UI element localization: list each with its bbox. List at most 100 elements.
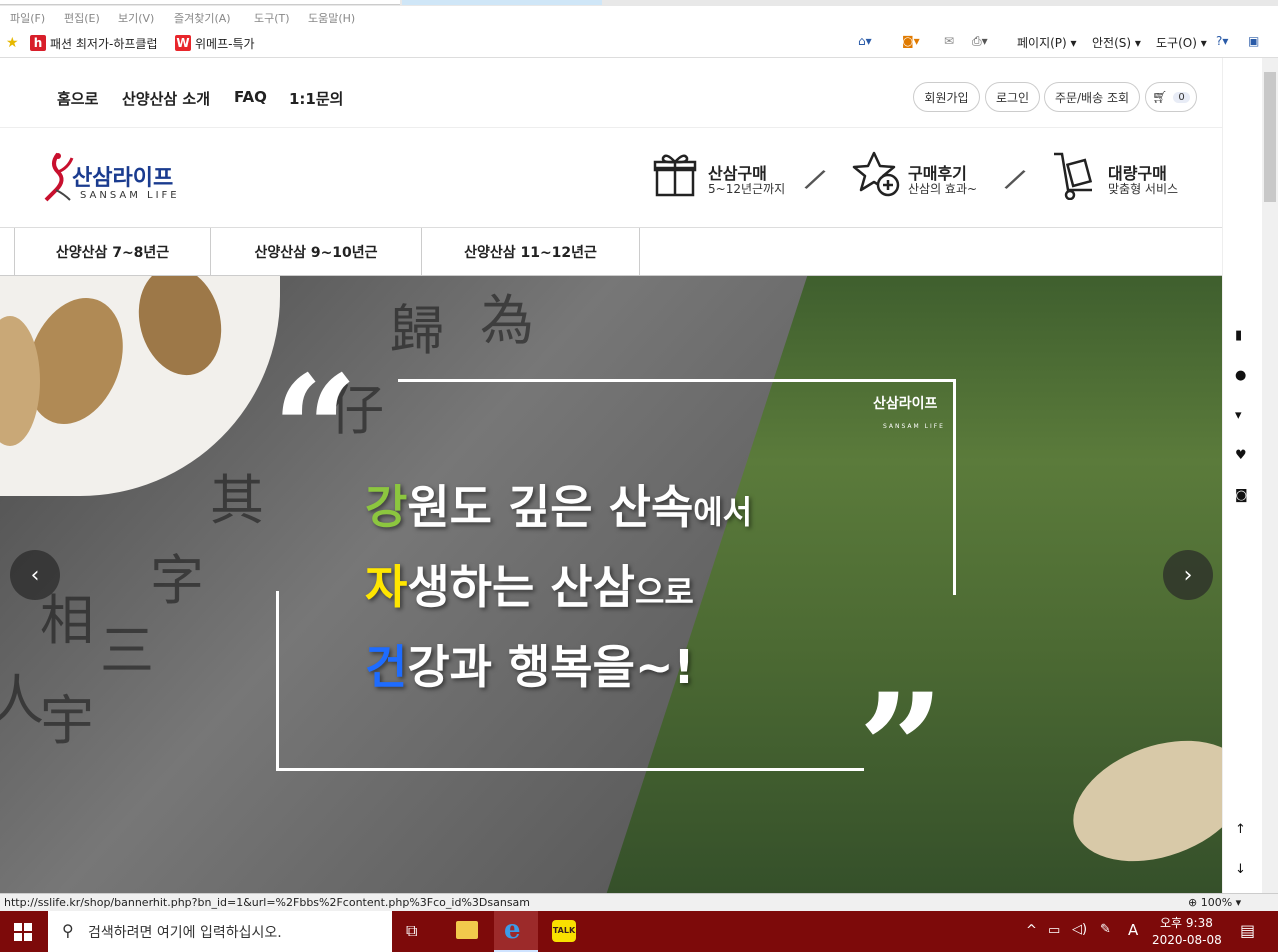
frame-bottom — [276, 768, 864, 771]
notification-icon[interactable]: ▤ — [1240, 921, 1255, 940]
favorites-bar: ★ h 패션 최저가-하프클럽 W 위메프-특가 ⌂▾ ◙▾ ✉ ⎙▾ 페이지(… — [0, 28, 1278, 58]
service-purchase[interactable]: 산삼구매 5~12년근까지 — [652, 148, 802, 202]
scrollbar-thumb[interactable] — [1264, 72, 1276, 202]
favorite-wemakeprice[interactable]: W 위메프-특가 — [175, 34, 255, 52]
ime-indicator[interactable]: A — [1128, 921, 1138, 939]
status-bar: http://sslife.kr/shop/bannerhit.php?bn_i… — [0, 893, 1278, 911]
windows-start-icon[interactable] — [14, 923, 32, 941]
order-tracking-button[interactable]: 주문/배송 조회 — [1044, 82, 1140, 112]
service-bulk[interactable]: 대량구매 맞춤형 서비스 — [1052, 148, 1202, 202]
service-subtitle: 5~12년근까지 — [708, 182, 786, 196]
kakaotalk-icon[interactable]: TALK — [552, 920, 576, 942]
vertical-scrollbar[interactable] — [1262, 58, 1278, 893]
cart-icon[interactable]: ▾ — [1235, 408, 1242, 423]
halfclub-logo-icon: h — [30, 35, 46, 51]
hero-banner[interactable]: 歸 為 仔 其 字 三 相 宇 人 “ ” 산삼라이프 SANSAM LIFE … — [0, 276, 1222, 893]
menu-tools[interactable]: 도구(T) — [254, 10, 290, 26]
file-explorer-icon[interactable] — [456, 921, 478, 939]
extensions-icon[interactable]: ▣ — [1248, 34, 1259, 48]
safety-menu-label: 안전(S) — [1092, 36, 1132, 50]
menu-bar: 파일(F) 편집(E) 보기(V) 즐겨찾기(A) 도구(T) 도움말(H) — [0, 6, 1278, 28]
headline-small: 으로 — [634, 573, 694, 611]
page-menu-label: 페이지(P) — [1017, 36, 1067, 50]
tools-menu[interactable]: 도구(O) ▾ — [1156, 34, 1207, 51]
zoom-level[interactable]: ⊕ 100% ▾ — [1188, 896, 1241, 909]
login-button[interactable]: 로그인 — [985, 82, 1040, 112]
headline-text: 강과 행복을~! — [407, 640, 695, 694]
scroll-bottom-icon[interactable]: ↓ — [1235, 862, 1246, 877]
gift-icon — [653, 154, 697, 197]
service-reviews[interactable]: 구매후기 산삼의 효과~ — [852, 148, 1002, 202]
menu-favorites[interactable]: 즐겨찾기(A) — [174, 10, 231, 26]
top-navigation: 홈으로 산양산삼 소개 FAQ 1:1문의 회원가입 로그인 주문/배송 조회 … — [0, 58, 1222, 128]
network-icon[interactable]: ▭ — [1048, 923, 1060, 938]
user-icon[interactable]: ● — [1235, 368, 1246, 383]
service-subtitle: 산삼의 효과~ — [908, 182, 978, 196]
slider-prev-button[interactable]: ‹ — [10, 550, 60, 600]
rss-icon[interactable]: ◙▾ — [902, 34, 920, 48]
ie-tab-active[interactable] — [0, 0, 400, 5]
clock-time[interactable]: 오후 9:38 — [1160, 914, 1213, 931]
frame-top — [398, 379, 956, 382]
category-9-10-years[interactable]: 산양산삼 9~10년근 — [210, 228, 421, 276]
clock-date[interactable]: 2020-08-08 — [1152, 933, 1222, 947]
menu-file[interactable]: 파일(F) — [10, 10, 45, 26]
carved-glyph: 三 — [100, 619, 154, 682]
zoom-value: 100% — [1200, 896, 1233, 909]
cart-button[interactable]: 🛒︎ 0 — [1145, 82, 1197, 112]
favorites-star-icon[interactable]: ★ — [6, 34, 19, 52]
scroll-top-icon[interactable]: ↑ — [1235, 822, 1246, 837]
logo-subtext: SANSAM LIFE — [80, 190, 180, 201]
site-logo[interactable]: 산삼라이프 SANSAM LIFE — [40, 150, 190, 210]
category-11-12-years[interactable]: 산양산삼 11~12년근 — [421, 228, 640, 276]
cart-icon: 🛒︎ — [1152, 90, 1168, 104]
carved-glyph: 為 — [480, 289, 534, 352]
tray-expand-icon[interactable]: ^ — [1026, 923, 1037, 938]
nav-home[interactable]: 홈으로 — [57, 88, 98, 109]
header: 산삼라이프 SANSAM LIFE 산삼구매 5~12년근까지 / 구매후기 산… — [0, 128, 1222, 228]
menu-view[interactable]: 보기(V) — [118, 10, 154, 26]
slider-next-button[interactable]: › — [1163, 550, 1213, 600]
carved-glyph: 字 — [150, 549, 204, 612]
web-page: 홈으로 산양산삼 소개 FAQ 1:1문의 회원가입 로그인 주문/배송 조회 … — [0, 58, 1222, 893]
star-plus-icon — [852, 151, 900, 197]
bookmark-icon[interactable]: ▮ — [1235, 328, 1242, 343]
favorite-label: 위메프-특가 — [195, 36, 255, 51]
pen-icon[interactable]: ✎ — [1100, 922, 1111, 937]
taskbar-ie-active[interactable]: e — [494, 911, 538, 952]
nav-about[interactable]: 산양산삼 소개 — [122, 88, 210, 109]
mail-icon[interactable]: ✉ — [944, 34, 954, 48]
favorite-halfclub[interactable]: h 패션 최저가-하프클럽 — [30, 34, 158, 52]
ie-tab-inactive[interactable] — [402, 0, 602, 5]
headline-text: 원도 깊은 산속 — [407, 480, 694, 534]
volume-icon[interactable]: ◁) — [1072, 922, 1087, 937]
service-subtitle: 맞춤형 서비스 — [1108, 182, 1179, 196]
signup-button[interactable]: 회원가입 — [913, 82, 980, 112]
search-icon: ⚲ — [62, 921, 74, 940]
cart-dolly-icon — [1054, 152, 1093, 200]
heart-icon[interactable]: ♥ — [1235, 448, 1247, 463]
safety-menu[interactable]: 안전(S) ▾ — [1092, 34, 1141, 51]
nav-faq[interactable]: FAQ — [234, 88, 267, 106]
print-icon[interactable]: ⎙▾ — [972, 34, 988, 49]
banner-logo-text: 산삼라이프 — [873, 396, 938, 412]
category-7-8-years[interactable]: 산양산삼 7~8년근 — [14, 228, 210, 276]
favorite-label: 패션 최저가-하프클럽 — [50, 36, 158, 51]
headline-small: 에서 — [693, 493, 753, 531]
carved-glyph: 歸 — [390, 299, 444, 362]
divider-slash: / — [801, 161, 829, 198]
page-menu[interactable]: 페이지(P) ▾ — [1017, 34, 1077, 51]
menu-help[interactable]: 도움말(H) — [308, 10, 355, 26]
help-icon[interactable]: ?▾ — [1216, 34, 1228, 48]
headline-line-2: 자생하는 산삼으로 — [365, 551, 694, 617]
task-view-icon[interactable]: ⧉ — [406, 921, 417, 941]
windows-taskbar: ⚲ 검색하려면 여기에 입력하십시오. ⧉ e TALK ^ ▭ ◁) ✎ A … — [0, 911, 1278, 952]
taskbar-search-input[interactable]: ⚲ 검색하려면 여기에 입력하십시오. — [48, 911, 392, 952]
nav-inquiry[interactable]: 1:1문의 — [289, 88, 343, 109]
headline-line-3: 건강과 행복을~! — [365, 631, 694, 697]
menu-edit[interactable]: 편집(E) — [64, 10, 100, 26]
home-icon[interactable]: ⌂▾ — [858, 34, 872, 48]
frame-right — [953, 379, 956, 595]
quick-menu-bar: ▮ ● ▾ ♥ ◙ ↑ ↓ — [1222, 58, 1262, 893]
camera-icon[interactable]: ◙ — [1235, 488, 1248, 503]
